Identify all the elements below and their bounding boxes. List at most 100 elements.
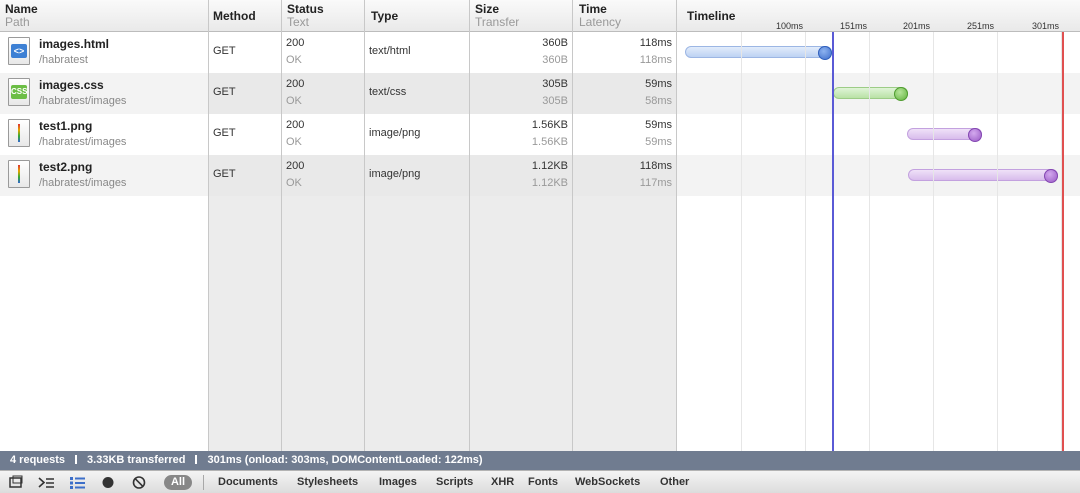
request-time: 118ms xyxy=(639,160,672,172)
request-type: image/png xyxy=(369,168,421,180)
timeline-tick-100ms: 100ms xyxy=(776,21,804,31)
request-name: test2.png xyxy=(39,160,93,174)
timeline-bar[interactable] xyxy=(684,46,832,60)
filter-stylesheets[interactable]: Stylesheets xyxy=(297,475,358,490)
path-subheader: Path xyxy=(5,15,30,29)
size-column-header[interactable]: Size Transfer xyxy=(475,3,519,28)
large-rows-icon[interactable] xyxy=(65,474,89,491)
timeline-column-header[interactable]: Timeline xyxy=(687,10,735,22)
column-divider[interactable] xyxy=(469,0,470,451)
summary-bar: 4 requests 3.33KB transferred 301ms (onloa… xyxy=(0,451,1080,470)
request-row-test1-png[interactable]: test1.png /habratest/images GET 200 OK i… xyxy=(0,114,1080,155)
request-status: 200 xyxy=(286,160,305,172)
filter-websockets[interactable]: WebSockets xyxy=(575,475,640,490)
name-cell-background xyxy=(0,73,208,114)
request-latency: 59ms xyxy=(645,136,672,148)
timeline-tick-301ms: 301ms xyxy=(1032,21,1060,31)
request-path: /habratest/images xyxy=(39,95,127,107)
summary-separator xyxy=(195,455,198,464)
name-cell-background xyxy=(0,155,208,196)
text-subheader: Text xyxy=(287,15,310,29)
timeline-gridline xyxy=(741,32,742,451)
timeline-gridline xyxy=(933,32,934,451)
timeline-gridline xyxy=(997,32,998,451)
timeline-bar[interactable] xyxy=(906,128,982,142)
timeline-bar[interactable] xyxy=(908,169,1058,183)
network-grid: Name Path Method Status Text Type Size Tran… xyxy=(0,0,1080,451)
request-size: 1.12KB xyxy=(531,160,568,172)
filter-fonts[interactable]: Fonts xyxy=(528,475,558,490)
request-time: 59ms xyxy=(645,119,672,131)
timeline-tick-201ms: 201ms xyxy=(903,21,931,31)
request-status-text: OK xyxy=(286,54,302,66)
network-toolbar: All Documents Stylesheets Images Scripts… xyxy=(0,470,1080,493)
request-name: images.html xyxy=(39,37,110,51)
request-path: /habratest/images xyxy=(39,136,127,148)
request-type: image/png xyxy=(369,127,421,139)
request-row-images-html[interactable]: <> images.html /habratest GET 200 OK tex… xyxy=(0,32,1080,73)
console-icon[interactable] xyxy=(34,474,58,491)
domcontentloaded-line xyxy=(832,32,835,451)
record-icon[interactable] xyxy=(96,474,120,491)
filter-all-button[interactable]: All xyxy=(164,475,192,490)
request-transfer: 305B xyxy=(542,95,568,107)
filter-scripts[interactable]: Scripts xyxy=(436,475,473,490)
toolbar-separator xyxy=(203,475,204,490)
column-divider[interactable] xyxy=(364,0,365,451)
request-row-images-css[interactable]: CSS images.css /habratest/images GET 200… xyxy=(0,73,1080,114)
request-type: text/html xyxy=(369,45,411,57)
time-column-header[interactable]: Time Latency xyxy=(579,3,621,28)
image-file-icon xyxy=(8,119,30,147)
request-transfer: 1.56KB xyxy=(531,136,568,148)
request-size: 305B xyxy=(542,78,568,90)
empty-grid-area xyxy=(209,196,677,451)
request-latency: 118ms xyxy=(639,54,672,66)
type-column-header[interactable]: Type xyxy=(371,10,398,22)
onload-line xyxy=(1062,32,1064,451)
request-method: GET xyxy=(213,168,236,180)
request-path: /habratest/images xyxy=(39,177,127,189)
bar-end-dot xyxy=(967,128,982,142)
bar-end-dot xyxy=(894,87,909,101)
clear-icon[interactable] xyxy=(127,474,151,491)
request-size: 360B xyxy=(542,37,568,49)
bar-end-dot xyxy=(1043,169,1058,183)
transfer-subheader: Transfer xyxy=(475,15,520,29)
grid-header: Name Path Method Status Text Type Size Tran… xyxy=(0,0,1080,32)
image-file-icon xyxy=(8,160,30,188)
request-status: 200 xyxy=(286,78,305,90)
request-status-text: OK xyxy=(286,136,302,148)
request-method: GET xyxy=(213,127,236,139)
latency-subheader: Latency xyxy=(579,15,622,29)
request-row-test2-png[interactable]: test2.png /habratest/images GET 200 OK i… xyxy=(0,155,1080,196)
load-timing: 301ms (onload: 303ms, DOMContentLoaded: … xyxy=(207,454,483,466)
request-latency: 58ms xyxy=(645,95,672,107)
column-divider[interactable] xyxy=(208,0,209,451)
method-column-header[interactable]: Method xyxy=(213,10,256,22)
transferred-total: 3.33KB transferred xyxy=(87,454,186,466)
filter-xhr[interactable]: XHR xyxy=(491,475,514,490)
timeline-bar[interactable] xyxy=(833,87,909,101)
filter-documents[interactable]: Documents xyxy=(218,475,278,490)
name-column-header[interactable]: Name Path xyxy=(5,3,38,28)
request-transfer: 1.12KB xyxy=(531,177,568,189)
request-path: /habratest xyxy=(39,54,88,66)
request-method: GET xyxy=(213,45,236,57)
filter-other[interactable]: Other xyxy=(660,475,689,490)
request-status-text: OK xyxy=(286,177,302,189)
timeline-gridline xyxy=(805,32,806,451)
css-file-icon: CSS xyxy=(8,78,30,106)
summary-separator xyxy=(75,455,78,464)
status-column-header[interactable]: Status Text xyxy=(287,3,324,28)
request-type: text/css xyxy=(369,86,407,98)
filter-images[interactable]: Images xyxy=(379,475,417,490)
dock-icon[interactable] xyxy=(4,474,28,491)
request-count: 4 requests xyxy=(10,454,66,466)
request-size: 1.56KB xyxy=(531,119,568,131)
column-divider[interactable] xyxy=(572,0,573,451)
request-transfer: 360B xyxy=(542,54,568,66)
request-time: 118ms xyxy=(639,37,672,49)
html-file-icon: <> xyxy=(8,37,30,65)
column-divider[interactable] xyxy=(281,0,282,451)
column-divider[interactable] xyxy=(676,0,677,451)
